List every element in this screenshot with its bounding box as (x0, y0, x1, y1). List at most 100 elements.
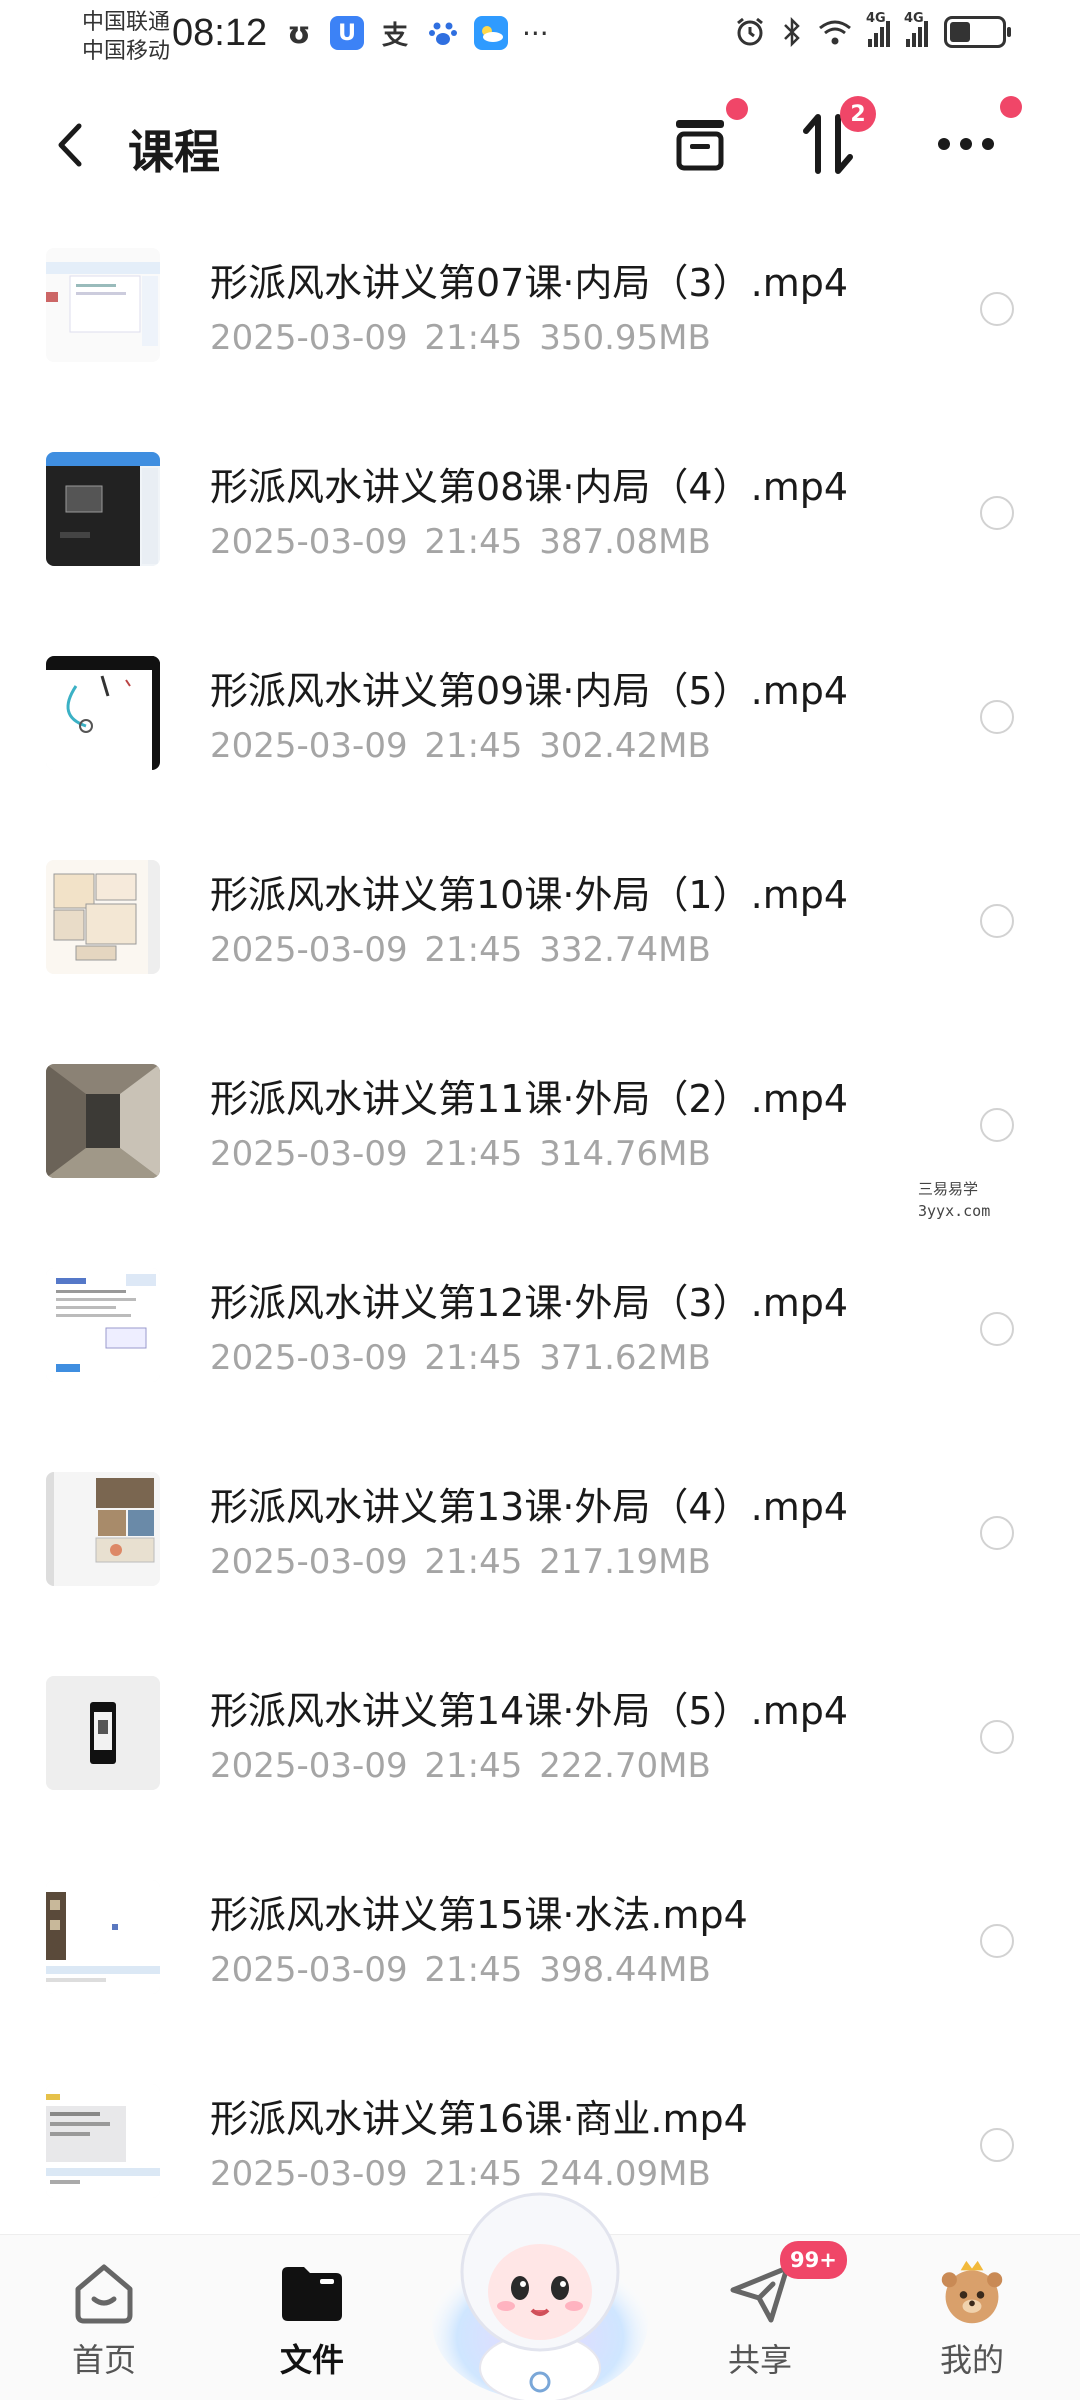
nav-home[interactable]: 首页 (44, 2259, 164, 2381)
file-name: 形派风水讲义第14课·外局（5）.mp4 (210, 1689, 849, 1733)
file-name: 形派风水讲义第13课·外局（4）.mp4 (210, 1485, 849, 1529)
notification-icons: ʊ U 支 ··· (282, 16, 549, 51)
select-checkbox[interactable] (980, 496, 1014, 530)
video-thumbnail (46, 1064, 160, 1178)
file-meta: 2025-03-09 21:45 398.44MB (210, 1950, 711, 1990)
file-name: 形派风水讲义第09课·内局（5）.mp4 (210, 669, 849, 713)
file-name: 形派风水讲义第11课·外局（2）.mp4 (210, 1077, 849, 1121)
nav-home-label: 首页 (71, 2341, 136, 2379)
select-checkbox[interactable] (980, 2128, 1014, 2162)
file-size: 350.95MB (539, 318, 711, 358)
file-row[interactable]: 形派风水讲义第15课·水法.mp4 2025-03-09 21:45 398.44… (0, 1866, 1080, 2070)
signal-1-icon: 4G (866, 11, 890, 47)
share-badge: 99+ (780, 2241, 847, 2279)
carrier-info: 中国联通 中国移动 (82, 8, 170, 66)
video-thumbnail (46, 1880, 160, 1994)
archive-icon (676, 120, 724, 171)
bluetooth-icon (784, 16, 800, 48)
file-meta: 2025-03-09 21:45 222.70MB (210, 1746, 711, 1786)
select-checkbox[interactable] (980, 292, 1014, 326)
avatar (938, 2259, 1006, 2327)
file-meta: 2025-03-09 21:45 217.19MB (210, 1542, 711, 1582)
more-notification-dot (1000, 96, 1022, 118)
network-type-1: 4G (866, 11, 886, 26)
video-thumbnail (46, 1472, 160, 1586)
page-title: 课程 (128, 125, 220, 179)
sort-button[interactable]: 2 (788, 96, 876, 184)
more-options-button[interactable] (926, 96, 1022, 184)
u-blue-app-icon: U (330, 16, 364, 50)
file-time: 21:45 (424, 522, 523, 562)
archive-button[interactable] (660, 98, 748, 184)
more-icon (938, 138, 994, 150)
file-meta: 2025-03-09 21:45 350.95MB (210, 318, 711, 358)
file-size: 398.44MB (539, 1950, 711, 1990)
file-size: 387.08MB (539, 522, 711, 562)
file-date: 2025-03-09 (210, 318, 408, 358)
select-checkbox[interactable] (980, 1924, 1014, 1958)
video-thumbnail (46, 2084, 160, 2198)
file-date: 2025-03-09 (210, 1542, 408, 1582)
file-row[interactable]: 形派风水讲义第12课·外局（3）.mp4 2025-03-09 21:45 371… (0, 1254, 1080, 1458)
video-thumbnail (46, 860, 160, 974)
select-checkbox[interactable] (980, 904, 1014, 938)
status-time: 08:12 (172, 12, 268, 54)
file-time: 21:45 (424, 1542, 523, 1582)
folder-icon (278, 2259, 346, 2327)
file-meta: 2025-03-09 21:45 387.08MB (210, 522, 711, 562)
file-date: 2025-03-09 (210, 1950, 408, 1990)
file-date: 2025-03-09 (210, 2154, 408, 2194)
more-notifications-icon: ··· (522, 16, 549, 50)
file-date: 2025-03-09 (210, 1746, 408, 1786)
file-row[interactable]: 形派风水讲义第07课·内局（3）.mp4 2025-03-09 21:45 350… (0, 234, 1080, 438)
file-time: 21:45 (424, 1134, 523, 1174)
select-checkbox[interactable] (980, 700, 1014, 734)
nav-mine[interactable]: 我的 (912, 2259, 1032, 2381)
file-date: 2025-03-09 (210, 930, 408, 970)
nav-files-label: 文件 (279, 2341, 344, 2379)
file-size: 222.70MB (539, 1746, 711, 1786)
signal-2-icon: 4G (904, 11, 928, 47)
file-name: 形派风水讲义第08课·内局（4）.mp4 (210, 465, 849, 509)
file-row[interactable]: 形派风水讲义第11课·外局（2）.mp4 2025-03-09 21:45 314… (0, 1050, 1080, 1254)
nav-share[interactable]: 共享 99+ (700, 2241, 847, 2381)
watermark-line-1: 三易易学 (918, 1180, 979, 1198)
file-name: 形派风水讲义第07课·内局（3）.mp4 (210, 261, 849, 305)
file-row[interactable]: 形派风水讲义第13课·外局（4）.mp4 2025-03-09 21:45 217… (0, 1458, 1080, 1662)
video-thumbnail (46, 656, 160, 770)
network-type-2: 4G (904, 11, 924, 26)
system-icons: 4G 4G (734, 11, 1011, 48)
carrier-2: 中国移动 (82, 39, 171, 64)
file-row[interactable]: 形派风水讲义第08课·内局（4）.mp4 2025-03-09 21:45 387… (0, 438, 1080, 642)
file-time: 21:45 (424, 726, 523, 766)
file-size: 332.74MB (539, 930, 711, 970)
select-checkbox[interactable] (980, 1516, 1014, 1550)
select-checkbox[interactable] (980, 1720, 1014, 1754)
back-button[interactable] (40, 110, 100, 180)
app-header: 课程 2 (0, 90, 1080, 200)
watermark: 三易易学 3yyx.com (918, 1178, 990, 1222)
file-name: 形派风水讲义第10课·外局（1）.mp4 (210, 873, 849, 917)
file-row[interactable]: 形派风水讲义第14课·外局（5）.mp4 2025-03-09 21:45 222… (0, 1662, 1080, 1866)
wifi-icon (819, 20, 851, 45)
nav-share-label: 共享 (727, 2341, 792, 2379)
file-date: 2025-03-09 (210, 1134, 408, 1174)
nav-files[interactable]: 文件 (252, 2259, 372, 2381)
file-name: 形派风水讲义第12课·外局（3）.mp4 (210, 1281, 849, 1325)
video-thumbnail (46, 452, 160, 566)
select-checkbox[interactable] (980, 1108, 1014, 1142)
select-checkbox[interactable] (980, 1312, 1014, 1346)
file-meta: 2025-03-09 21:45 302.42MB (210, 726, 711, 766)
file-row[interactable]: 形派风水讲义第10课·外局（1）.mp4 2025-03-09 21:45 332… (0, 846, 1080, 1050)
file-row[interactable]: 形派风水讲义第09课·内局（5）.mp4 2025-03-09 21:45 302… (0, 642, 1080, 846)
battery-icon (944, 16, 1011, 48)
file-name: 形派风水讲义第16课·商业.mp4 (210, 2097, 748, 2141)
carrier-1: 中国联通 (82, 10, 171, 35)
chevron-left-icon (58, 123, 82, 167)
alipay-icon: 支 (381, 20, 408, 51)
archive-notification-dot (726, 98, 748, 120)
baidu-icon (426, 16, 460, 50)
ai-assistant-mascot[interactable] (430, 2172, 650, 2400)
file-size: 302.42MB (539, 726, 711, 766)
file-size: 314.76MB (539, 1134, 711, 1174)
